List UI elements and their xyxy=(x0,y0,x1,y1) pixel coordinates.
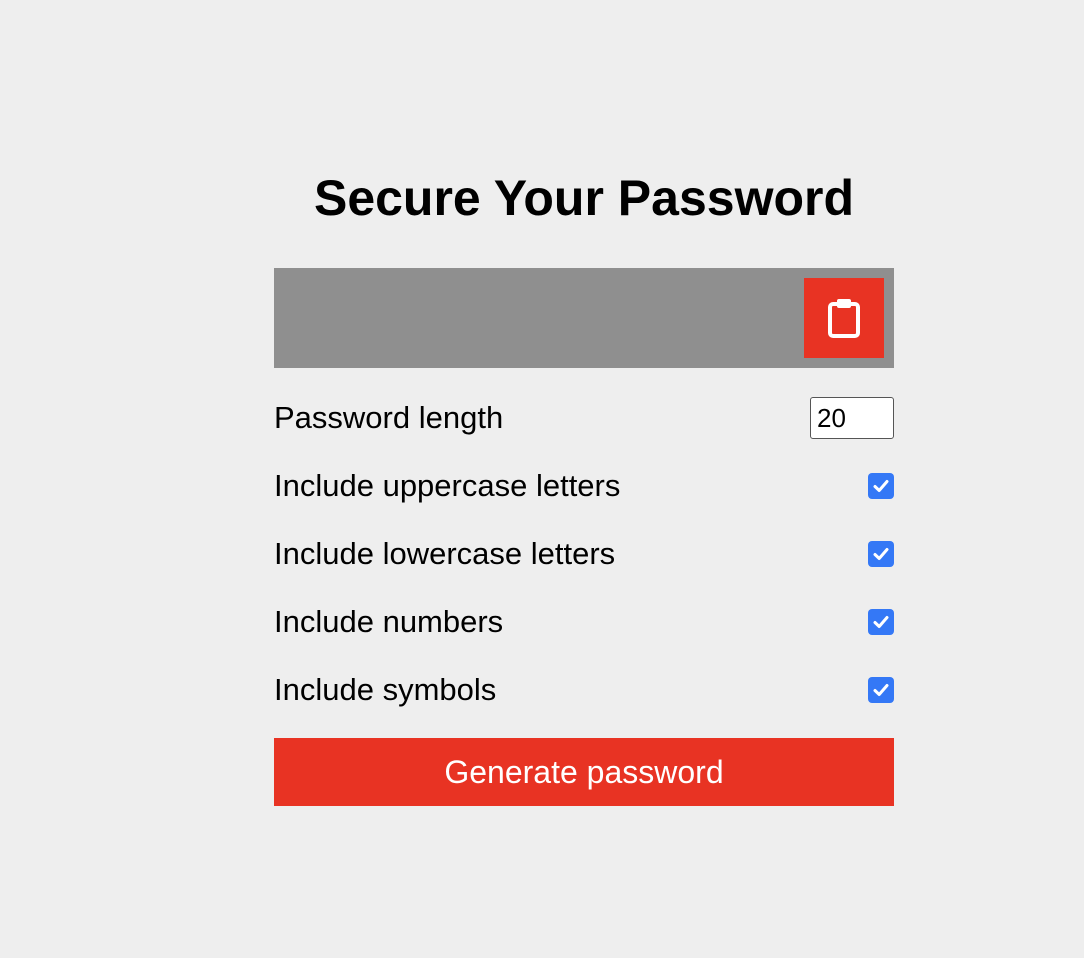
numbers-checkbox[interactable] xyxy=(868,609,894,635)
password-generator: Secure Your Password Password length 20 … xyxy=(274,160,894,806)
uppercase-label: Include uppercase letters xyxy=(274,468,621,503)
checkmark-icon xyxy=(873,548,889,560)
page-title: Secure Your Password xyxy=(313,170,855,226)
password-result xyxy=(274,268,894,368)
password-length-label: Password length xyxy=(274,400,504,435)
copy-to-clipboard-button[interactable] xyxy=(804,278,884,358)
setting-numbers: Include numbers xyxy=(274,602,894,642)
symbols-label: Include symbols xyxy=(274,672,497,707)
clipboard-icon xyxy=(828,299,860,338)
uppercase-checkbox[interactable] xyxy=(868,473,894,499)
symbols-checkbox[interactable] xyxy=(868,677,894,703)
password-length-input[interactable]: 20 xyxy=(810,397,894,439)
checkmark-icon xyxy=(873,684,889,696)
setting-length: Password length 20 xyxy=(274,397,894,439)
checkmark-icon xyxy=(873,616,889,628)
setting-lowercase: Include lowercase letters xyxy=(274,534,894,574)
numbers-label: Include numbers xyxy=(274,604,504,639)
generate-password-button[interactable]: Generate password xyxy=(274,738,894,806)
setting-uppercase: Include uppercase letters xyxy=(274,466,894,506)
setting-symbols: Include symbols xyxy=(274,670,894,710)
lowercase-label: Include lowercase letters xyxy=(274,536,616,571)
lowercase-checkbox[interactable] xyxy=(868,541,894,567)
checkmark-icon xyxy=(873,480,889,492)
settings: Password length 20 Include uppercase let… xyxy=(274,397,894,710)
